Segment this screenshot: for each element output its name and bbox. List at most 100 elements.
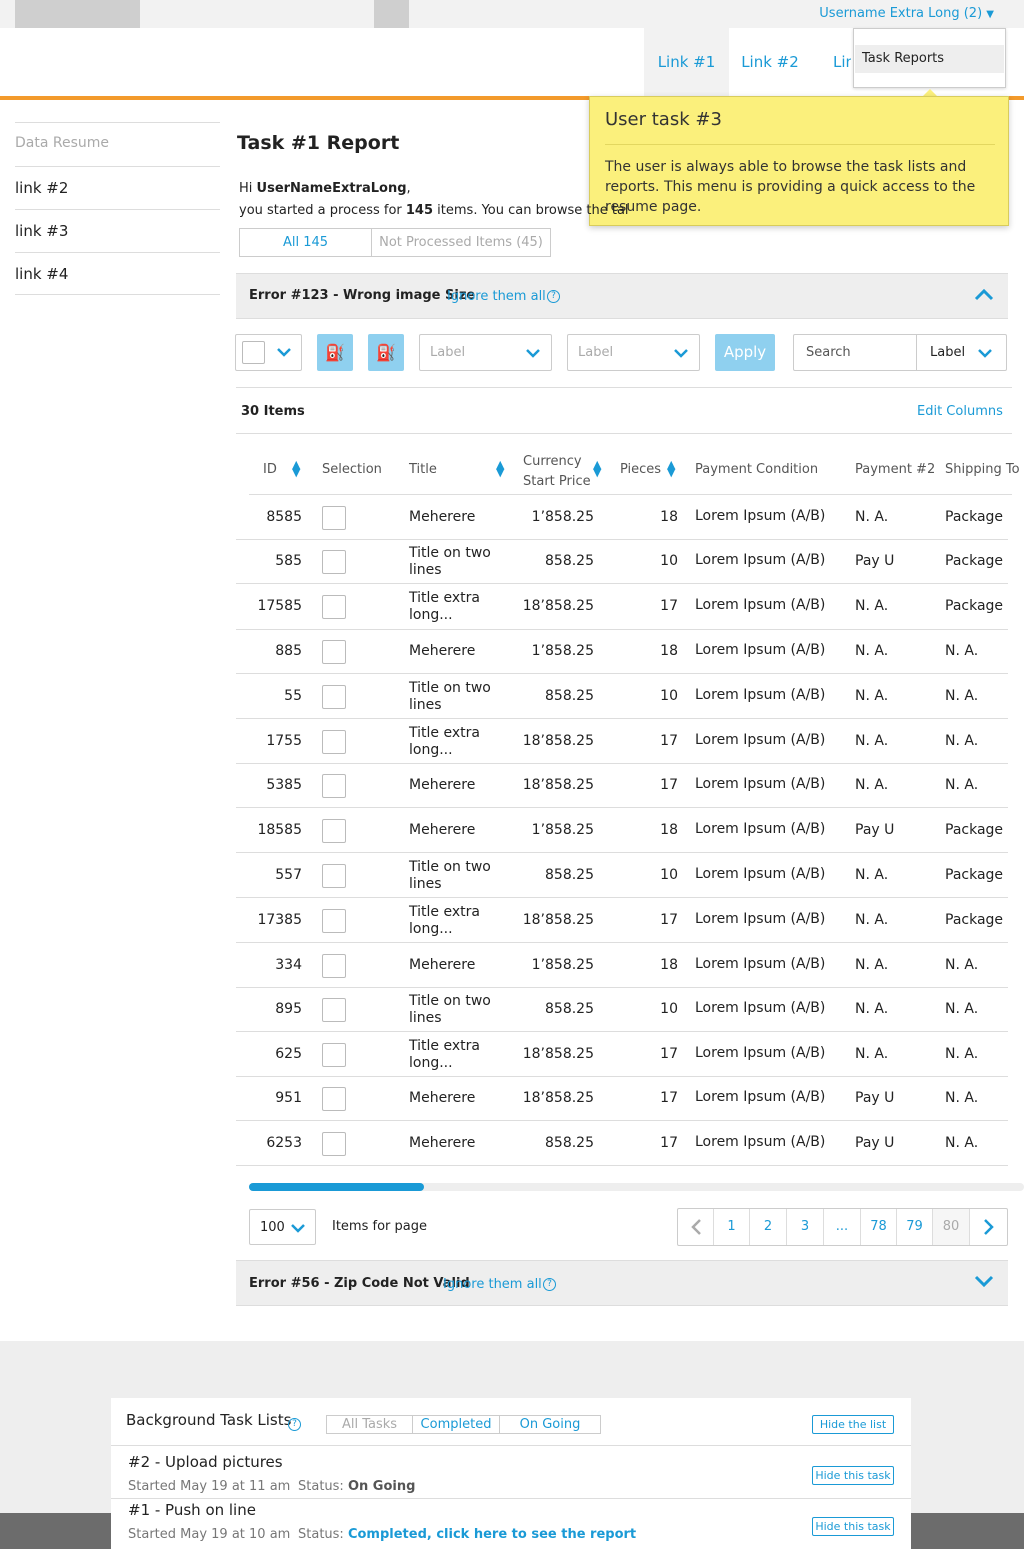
error-bar-56[interactable]: Error #56 - Zip Code Not Valid Ignore th… — [236, 1260, 1008, 1306]
chevron-right-icon[interactable] — [970, 1209, 1007, 1245]
fuel-icon[interactable]: ⛽ — [317, 334, 353, 371]
ignore-all-link[interactable]: Ignore them all — [443, 1277, 542, 1292]
row-checkbox[interactable] — [322, 729, 346, 754]
table-row[interactable]: 18585 Meherere 1’858.25 18 Lorem Ipsum (A/B)… — [236, 808, 1008, 853]
sort-icon[interactable]: ▲ ▼ — [496, 459, 504, 478]
table-row[interactable]: 557 Title on two lines 858.25 10 Lorem Ipsum … — [236, 853, 1008, 898]
cell-price: 858.25 — [545, 553, 594, 569]
sidebar-item-link-4[interactable]: link #4 — [15, 252, 220, 295]
col-header-title[interactable]: Title — [409, 462, 437, 477]
table-row[interactable]: 17385 Title extra long... 18’858.25 17 Lorem … — [236, 898, 1008, 943]
cell-price: 858.25 — [545, 1001, 594, 1017]
page-link-78[interactable]: 78 — [861, 1209, 897, 1245]
task-started: Started May 19 at 10 am — [128, 1527, 291, 1542]
table-row[interactable]: 1755 Title extra long... 18’858.25 17 Lorem I… — [236, 719, 1008, 764]
row-checkbox[interactable] — [322, 1042, 346, 1067]
cell-id: 557 — [275, 866, 302, 883]
items-per-page-select[interactable]: 100 — [249, 1209, 316, 1245]
row-checkbox[interactable] — [322, 908, 346, 933]
sidebar-item-link-3[interactable]: link #3 — [15, 209, 220, 252]
table-row[interactable]: 334 Meherere 1’858.25 18 Lorem Ipsum (A/B) N.… — [236, 943, 1008, 988]
table-row[interactable]: 17585 Title extra long... 18’858.25 17 Lorem … — [236, 584, 1008, 630]
table-row[interactable]: 951 Meherere 18’858.25 17 Lorem Ipsum (A/B) P… — [236, 1077, 1008, 1121]
table-row[interactable]: 585 Title on two lines 858.25 10 Lorem Ipsum … — [236, 540, 1008, 584]
row-checkbox[interactable] — [322, 1131, 346, 1156]
select-all-checkbox[interactable] — [242, 341, 265, 364]
hide-task-button[interactable]: Hide this task — [812, 1466, 894, 1485]
cell-payment-condition: Lorem Ipsum (A/B) — [695, 1133, 826, 1150]
cell-title-line: Meherere — [409, 643, 476, 659]
cell-shipping: N. A. — [945, 687, 979, 704]
table-row[interactable]: 55 Title on two lines 858.25 10 Lorem Ipsum (… — [236, 674, 1008, 719]
fuel-icon[interactable]: ⛽ — [368, 334, 404, 371]
row-checkbox[interactable] — [322, 774, 346, 798]
row-checkbox[interactable] — [322, 863, 346, 888]
help-icon[interactable]: ? — [543, 1278, 556, 1291]
cell-pieces: 18 — [660, 956, 678, 973]
tab-not-processed[interactable]: Not Processed Items (45) — [371, 228, 551, 257]
table-row[interactable]: 6253 Meherere 858.25 17 Lorem Ipsum (A/B) Pay… — [236, 1121, 1008, 1166]
ignore-all-link[interactable]: Ignore them all — [447, 289, 546, 304]
nav-link-2[interactable]: Link #2 — [729, 28, 811, 100]
page-link-2[interactable]: 2 — [750, 1209, 787, 1245]
divider — [916, 335, 917, 370]
tab-all[interactable]: All 145 — [239, 228, 372, 257]
cell-title-line: Title extra — [409, 1037, 480, 1054]
sort-icon[interactable]: ▲ ▼ — [593, 459, 601, 478]
tab-on-going[interactable]: On Going — [499, 1415, 601, 1434]
sidebar-item-link-2[interactable]: link #2 — [15, 166, 220, 209]
hide-task-button[interactable]: Hide this task — [812, 1517, 894, 1536]
col-header-pieces[interactable]: Pieces — [620, 462, 661, 477]
page-link-79[interactable]: 79 — [897, 1209, 933, 1245]
tab-all-tasks[interactable]: All Tasks — [326, 1415, 413, 1434]
row-checkbox[interactable] — [322, 953, 346, 978]
page-link-3[interactable]: 3 — [787, 1209, 824, 1245]
user-menu[interactable]: Username Extra Long (2) ▼ — [819, 6, 994, 21]
select-all-dropdown[interactable] — [235, 334, 302, 371]
row-checkbox[interactable] — [322, 505, 346, 530]
chevron-down-icon[interactable] — [977, 347, 993, 363]
cell-id: 5385 — [266, 777, 302, 793]
scrollbar-thumb[interactable] — [249, 1183, 424, 1191]
chevron-down-icon[interactable] — [974, 1275, 994, 1293]
user-menu-label: Username Extra Long (2) — [819, 6, 983, 21]
divider — [605, 144, 995, 145]
edit-columns-link[interactable]: Edit Columns — [917, 404, 1003, 419]
report-link[interactable]: Completed, click here to see the report — [348, 1527, 636, 1542]
dropdown-item-task-reports[interactable]: Task Reports — [855, 45, 1004, 73]
chevron-left-icon[interactable] — [678, 1209, 714, 1245]
row-checkbox[interactable] — [322, 550, 346, 574]
apply-button[interactable]: Apply — [715, 334, 775, 371]
page-link-1[interactable]: 1 — [714, 1209, 750, 1245]
col-header-price[interactable]: Currency Start Price — [523, 452, 591, 492]
search-field-label[interactable]: Label — [930, 345, 965, 360]
row-checkbox[interactable] — [322, 684, 346, 709]
cell-title-line: lines — [409, 1010, 442, 1026]
row-checkbox[interactable] — [322, 1087, 346, 1111]
col-header-id[interactable]: ID — [263, 462, 277, 477]
row-checkbox[interactable] — [322, 640, 346, 664]
horizontal-scrollbar[interactable] — [249, 1183, 1024, 1191]
nav-link-1[interactable]: Link #1 — [644, 28, 729, 100]
table-row[interactable]: 895 Title on two lines 858.25 10 Lorem Ipsum … — [236, 988, 1008, 1032]
nav-link-3[interactable]: Lin — [811, 28, 851, 100]
row-checkbox[interactable] — [322, 595, 346, 619]
table-row[interactable]: 8585 Meherere 1’858.25 18 Lorem Ipsum (A/B) N… — [236, 495, 1008, 540]
row-checkbox[interactable] — [322, 818, 346, 843]
help-icon[interactable]: ? — [288, 1418, 301, 1431]
table-row[interactable]: 625 Title extra long... 18’858.25 17 Lorem Ip… — [236, 1032, 1008, 1077]
sort-icon[interactable]: ▲ ▼ — [292, 459, 300, 478]
error-bar-123[interactable]: Error #123 - Wrong image Size Ignore the… — [236, 273, 1008, 319]
label-select-2[interactable]: Label — [567, 334, 700, 371]
tab-completed[interactable]: Completed — [412, 1415, 500, 1434]
table-row[interactable]: 5385 Meherere 18’858.25 17 Lorem Ipsum (A/B)… — [236, 764, 1008, 808]
table-row[interactable]: 885 Meherere 1’858.25 18 Lorem Ipsum (A/B) N.… — [236, 630, 1008, 674]
search-input[interactable]: Search — [806, 345, 851, 360]
row-checkbox[interactable] — [322, 998, 346, 1022]
help-icon[interactable]: ? — [547, 290, 560, 303]
chevron-up-icon[interactable] — [974, 282, 994, 307]
hide-list-button[interactable]: Hide the list — [812, 1415, 894, 1434]
label-select-1[interactable]: Label — [419, 334, 552, 371]
cell-shipping: N. A. — [945, 732, 979, 749]
sort-icon[interactable]: ▲ ▼ — [667, 459, 675, 478]
